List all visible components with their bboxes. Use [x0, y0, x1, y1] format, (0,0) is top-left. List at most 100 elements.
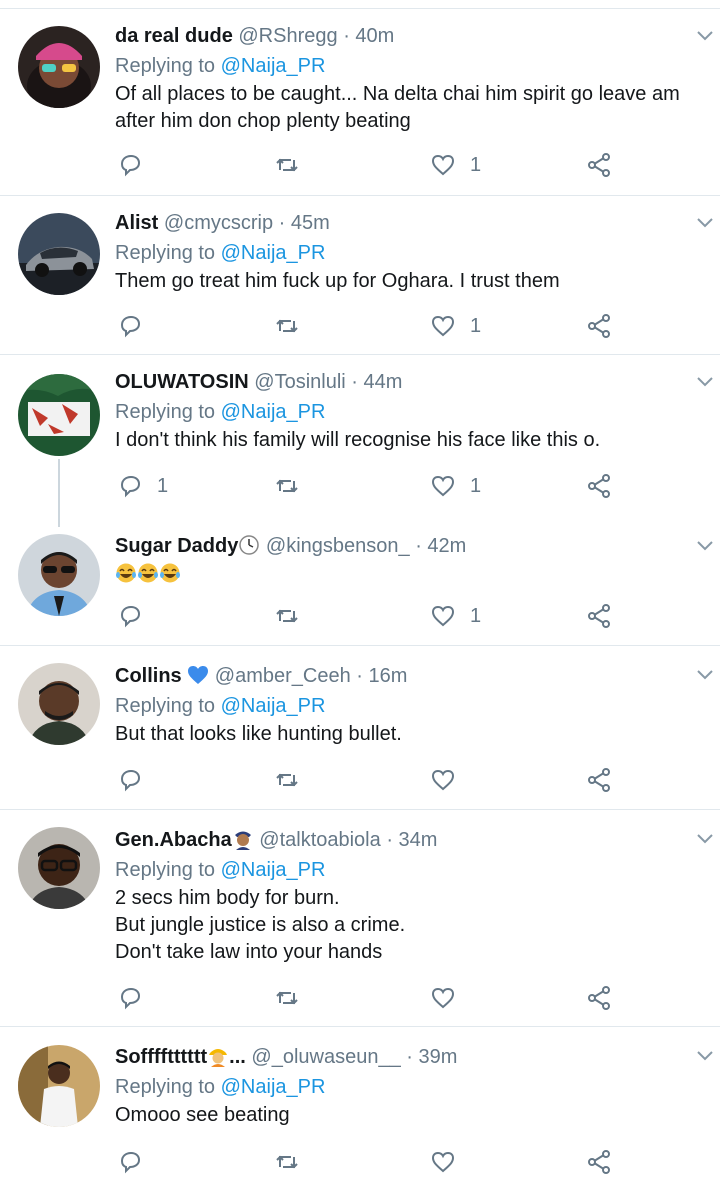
share-button[interactable] — [586, 309, 612, 343]
chevron-down-icon[interactable] — [696, 1049, 714, 1061]
tweet-item[interactable]: Gen.Abacha @talktoabiola · 34m Replying … — [0, 810, 720, 1027]
display-name[interactable]: OLUWATOSIN — [115, 371, 249, 393]
avatar[interactable] — [18, 827, 100, 909]
timestamp[interactable]: · 16m — [356, 665, 407, 687]
reply-button[interactable] — [117, 981, 157, 1015]
avatar[interactable] — [18, 663, 100, 745]
handle[interactable]: @RShregg — [238, 25, 337, 47]
like-button[interactable] — [430, 981, 470, 1015]
display-name[interactable]: da real dude — [115, 25, 233, 47]
like-button[interactable]: 1 — [430, 309, 481, 343]
share-button[interactable] — [586, 148, 612, 182]
handle[interactable]: @Tosinluli — [254, 371, 345, 393]
reply-feed: da real dude @RShregg · 40m Replying to … — [0, 0, 720, 1189]
timestamp[interactable]: · 40m — [343, 25, 394, 47]
chevron-down-icon[interactable] — [696, 668, 714, 680]
reply-icon — [120, 475, 141, 498]
reply-button[interactable] — [117, 1145, 157, 1179]
action-bar — [0, 981, 720, 1015]
avatar[interactable] — [18, 213, 100, 295]
share-button[interactable] — [586, 981, 612, 1015]
timestamp[interactable]: · 45m — [279, 212, 330, 234]
handle[interactable]: @amber_Ceeh — [215, 665, 351, 687]
mention-link[interactable]: @Naija_PR — [221, 401, 326, 423]
reply-button[interactable] — [117, 148, 157, 182]
tweet-item[interactable]: da real dude @RShregg · 40m Replying to … — [0, 9, 720, 196]
action-bar: 1 — [0, 309, 720, 343]
retweet-button[interactable] — [274, 309, 314, 343]
tweet-item[interactable]: OLUWATOSIN @Tosinluli · 44m Replying to … — [0, 355, 720, 527]
retweet-icon — [276, 158, 298, 172]
reply-button[interactable]: 1 — [117, 469, 168, 503]
mention-link[interactable]: @Naija_PR — [221, 695, 326, 717]
chevron-down-icon[interactable] — [696, 375, 714, 387]
like-button[interactable]: 1 — [430, 599, 481, 633]
laughing-tears-emoji — [138, 563, 158, 583]
action-bar: 1 1 — [0, 469, 720, 503]
share-icon — [588, 768, 610, 792]
mention-link[interactable]: @Naija_PR — [221, 242, 326, 264]
share-button[interactable] — [586, 599, 612, 633]
display-name[interactable]: Sofffftttttt — [115, 1046, 207, 1068]
retweet-button[interactable] — [274, 148, 314, 182]
reply-icon — [120, 315, 141, 338]
display-name[interactable]: Sugar Daddy — [115, 535, 238, 557]
share-button[interactable] — [586, 763, 612, 797]
mention-link[interactable]: @Naija_PR — [221, 859, 326, 881]
replying-to-label: Replying to — [115, 242, 221, 264]
tweet-item[interactable]: Sofffftttttt... @_oluwaseun__ · 39m Repl… — [0, 1027, 720, 1189]
retweet-button[interactable] — [274, 1145, 314, 1179]
mention-link[interactable]: @Naija_PR — [221, 1076, 326, 1098]
replying-to-label: Replying to — [115, 401, 221, 423]
handle[interactable]: @cmycscrip — [164, 212, 273, 234]
avatar[interactable] — [18, 26, 100, 108]
tweet-item[interactable]: Alist @cmycscrip · 45m Replying to @Naij… — [0, 196, 720, 355]
retweet-button[interactable] — [274, 981, 314, 1015]
heart-icon — [431, 769, 455, 791]
timestamp[interactable]: · 39m — [406, 1046, 457, 1068]
like-button[interactable]: 1 — [430, 148, 481, 182]
avatar[interactable] — [18, 374, 100, 456]
timestamp[interactable]: · 42m — [415, 535, 466, 557]
chevron-down-icon[interactable] — [696, 216, 714, 228]
like-button[interactable] — [430, 1145, 470, 1179]
reply-count: 1 — [157, 474, 169, 497]
handle[interactable]: @_oluwaseun__ — [251, 1046, 400, 1068]
display-name-ellipsis: ... — [229, 1046, 246, 1068]
retweet-button[interactable] — [274, 763, 314, 797]
mention-link[interactable]: @Naija_PR — [221, 55, 326, 77]
share-button[interactable] — [586, 1145, 612, 1179]
like-count: 1 — [470, 474, 482, 497]
tweet-text: But that looks like hunting bullet. — [115, 723, 402, 745]
emoji-row — [115, 561, 692, 591]
tweet-text: I don't think his family will recognise … — [115, 429, 601, 451]
tweet-header: Sofffftttttt... @_oluwaseun__ · 39m — [115, 1042, 692, 1072]
retweet-button[interactable] — [274, 469, 314, 503]
replying-to-label: Replying to — [115, 859, 221, 881]
action-bar: 1 — [0, 148, 720, 182]
like-button[interactable] — [430, 763, 470, 797]
reply-icon — [120, 987, 141, 1010]
chevron-down-icon[interactable] — [696, 539, 714, 551]
chevron-down-icon[interactable] — [696, 29, 714, 41]
timestamp[interactable]: · 34m — [386, 829, 437, 851]
retweet-icon — [276, 609, 298, 623]
display-name[interactable]: Collins — [115, 665, 182, 687]
reply-button[interactable] — [117, 309, 157, 343]
retweet-icon — [276, 319, 298, 333]
avatar[interactable] — [18, 1045, 100, 1127]
tweet-item[interactable]: Collins @amber_Ceeh · 16m Replying to @N… — [0, 646, 720, 810]
retweet-button[interactable] — [274, 599, 314, 633]
laughing-tears-emoji — [116, 563, 136, 583]
handle[interactable]: @talktoabiola — [259, 829, 380, 851]
tweet-item[interactable]: Sugar Daddy @kingsbenson_ · 42m 1 — [0, 515, 720, 646]
handle[interactable]: @kingsbenson_ — [266, 535, 410, 557]
share-button[interactable] — [586, 469, 612, 503]
display-name[interactable]: Alist — [115, 212, 158, 234]
reply-button[interactable] — [117, 763, 157, 797]
timestamp[interactable]: · 44m — [351, 371, 402, 393]
reply-button[interactable] — [117, 599, 157, 633]
display-name[interactable]: Gen.Abacha — [115, 829, 232, 851]
like-button[interactable]: 1 — [430, 469, 481, 503]
chevron-down-icon[interactable] — [696, 832, 714, 844]
